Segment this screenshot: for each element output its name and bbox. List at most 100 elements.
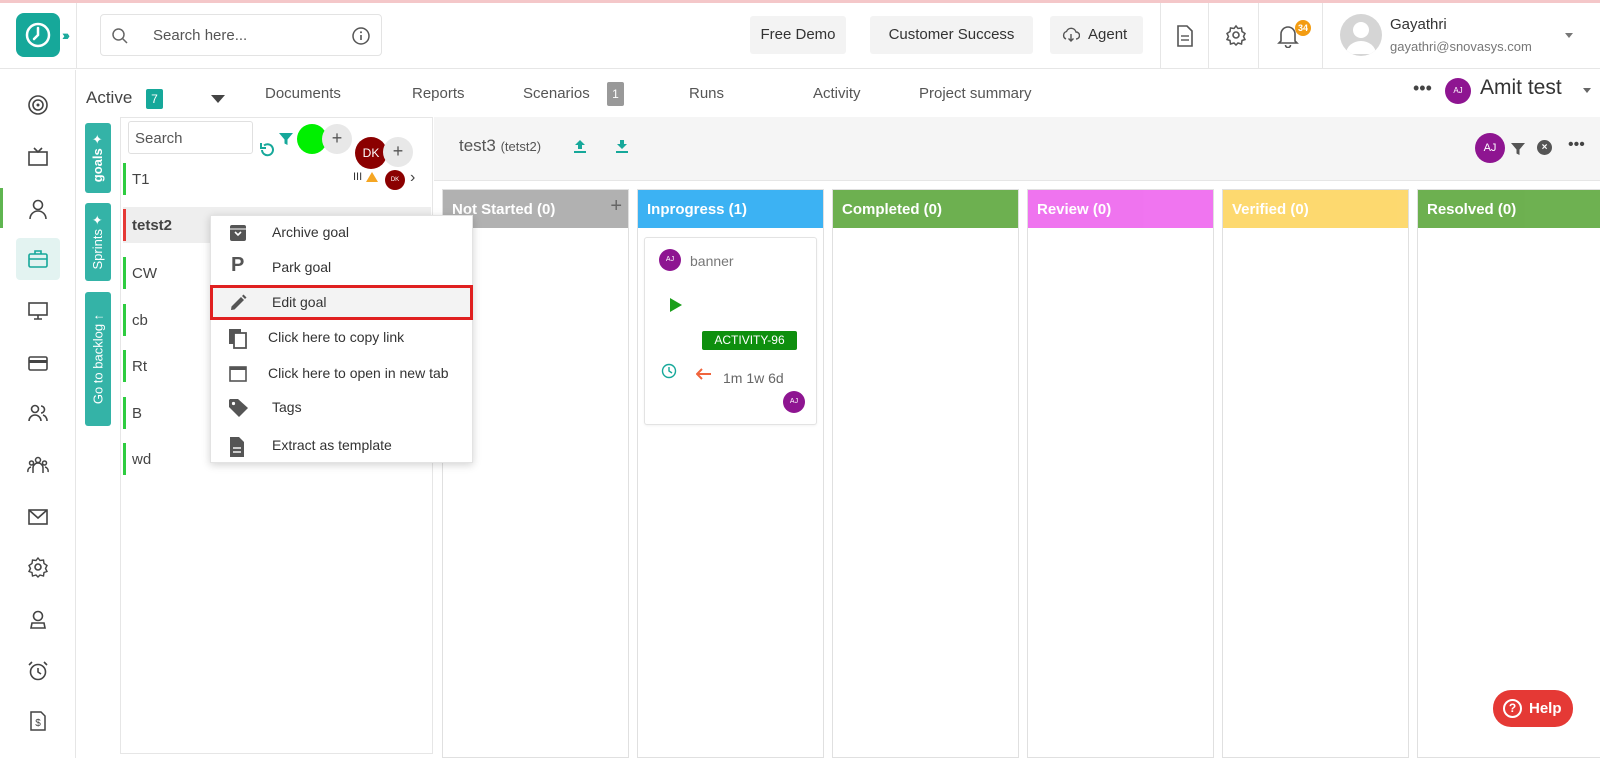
header-divider xyxy=(1258,3,1259,69)
goal-status-bar xyxy=(123,397,126,429)
goal-name: cb xyxy=(132,312,148,329)
goal-status-bar xyxy=(123,350,126,382)
document-icon[interactable] xyxy=(1175,24,1195,48)
add-member-button[interactable]: + xyxy=(322,124,352,154)
tab-project-summary[interactable]: Project summary xyxy=(919,85,1032,102)
filter-icon[interactable] xyxy=(278,131,294,147)
project-avatar: AJ xyxy=(1445,78,1471,104)
nav-profile[interactable] xyxy=(16,598,60,640)
tag-icon xyxy=(229,399,248,417)
cloud-download-icon xyxy=(1062,27,1080,42)
priority-indicator: III xyxy=(353,171,363,183)
help-label: Help xyxy=(1529,700,1562,717)
column-review: Review (0) xyxy=(1027,189,1214,758)
goal-status-bar xyxy=(123,257,126,289)
goal-status-bar xyxy=(123,304,126,336)
vertical-tab-goals[interactable]: goals ✦ xyxy=(85,123,111,193)
project-dropdown-caret-icon[interactable] xyxy=(1583,88,1591,93)
menu-tags[interactable]: Tags xyxy=(210,390,473,425)
tab-scenarios[interactable]: Scenarios xyxy=(523,85,590,102)
customer-success-button[interactable]: Customer Success xyxy=(870,16,1033,54)
notification-badge: 34 xyxy=(1295,20,1311,36)
user-name: Gayathri xyxy=(1390,16,1447,33)
menu-label: Extract as template xyxy=(272,437,392,453)
vertical-tab-sprints[interactable]: Sprints ✦ xyxy=(85,203,111,281)
menu-edit-goal[interactable]: Edit goal xyxy=(210,285,473,320)
tab-runs[interactable]: Runs xyxy=(689,85,724,102)
goal-name: wd xyxy=(132,451,152,468)
header-divider xyxy=(1208,3,1209,69)
nav-alarm[interactable] xyxy=(16,650,60,692)
scenarios-count-badge: 1 xyxy=(607,82,624,106)
project-name[interactable]: Amit test xyxy=(1480,76,1562,100)
nav-user[interactable] xyxy=(16,188,60,230)
nav-billing[interactable] xyxy=(16,342,60,384)
active-count-badge: 7 xyxy=(146,89,163,109)
global-search[interactable]: Search here... xyxy=(100,14,382,56)
settings-gear-icon[interactable] xyxy=(1225,24,1247,46)
nav-mail[interactable] xyxy=(16,496,60,538)
more-options-icon[interactable]: ••• xyxy=(1413,78,1432,99)
board-filter-icon[interactable] xyxy=(1510,141,1526,157)
arrow-left-icon xyxy=(696,368,711,380)
clear-filter-icon[interactable]: × xyxy=(1537,140,1552,155)
board-assignee-avatar[interactable]: AJ xyxy=(1475,133,1505,163)
app-logo[interactable] xyxy=(16,13,60,57)
card-tag[interactable]: ACTIVITY-96 xyxy=(702,331,797,350)
nav-tv[interactable] xyxy=(16,136,60,178)
card-title[interactable]: banner xyxy=(690,253,734,269)
goals-tab-label: goals ✦ xyxy=(90,133,105,183)
goal-search-input[interactable]: Search xyxy=(128,121,253,154)
chevron-right-icon[interactable]: › xyxy=(410,169,415,187)
vertical-tab-backlog[interactable]: Go to backlog ↑ xyxy=(85,292,111,426)
header-divider xyxy=(1322,3,1323,69)
goal-status-bar xyxy=(123,163,126,195)
tv-icon xyxy=(28,147,48,166)
briefcase-icon xyxy=(28,250,48,268)
play-icon[interactable] xyxy=(670,298,682,312)
download-icon[interactable] xyxy=(614,138,630,154)
menu-park-goal[interactable]: P Park goal xyxy=(210,250,473,285)
upload-icon[interactable] xyxy=(572,138,588,154)
search-input[interactable]: Search here... xyxy=(153,27,247,44)
tab-activity[interactable]: Activity xyxy=(813,85,861,102)
menu-open-new-tab[interactable]: Click here to open in new tab xyxy=(210,356,473,391)
info-icon[interactable] xyxy=(351,26,371,46)
nav-team[interactable] xyxy=(16,392,60,434)
menu-extract-template[interactable]: Extract as template xyxy=(210,428,473,463)
help-button[interactable]: ? Help xyxy=(1493,690,1573,727)
board-header xyxy=(434,117,1600,181)
column-header: Resolved (0) xyxy=(1418,190,1600,228)
column-header: Verified (0) xyxy=(1223,190,1408,228)
add-task-icon[interactable]: + xyxy=(610,195,622,218)
nav-dashboard[interactable] xyxy=(16,84,60,126)
svg-text:$: $ xyxy=(35,718,41,729)
board-subtitle: (tetst2) xyxy=(500,139,542,154)
users-icon xyxy=(28,404,48,422)
nav-projects[interactable] xyxy=(16,238,60,280)
menu-copy-link[interactable]: Click here to copy link xyxy=(210,320,473,355)
nav-invoice[interactable]: $ xyxy=(16,700,60,742)
nav-active-indicator xyxy=(0,188,3,228)
nav-monitor[interactable] xyxy=(16,290,60,332)
refresh-icon[interactable] xyxy=(258,141,276,159)
board-more-icon[interactable]: ••• xyxy=(1568,136,1585,154)
header-divider xyxy=(76,3,77,69)
status-filter-label[interactable]: Active xyxy=(86,88,132,108)
dollar-document-icon: $ xyxy=(30,711,46,731)
menu-label: Click here to open in new tab xyxy=(268,365,449,381)
agent-label: Agent xyxy=(1088,26,1128,43)
credit-card-icon xyxy=(28,356,48,371)
tab-documents[interactable]: Documents xyxy=(265,85,341,102)
agent-button[interactable]: Agent xyxy=(1050,16,1143,54)
mail-icon xyxy=(28,509,48,525)
user-menu-caret-icon[interactable] xyxy=(1565,33,1573,38)
expand-sidebar-icon[interactable]: ››› xyxy=(62,27,70,43)
status-dropdown-caret-icon[interactable] xyxy=(211,95,225,103)
user-avatar[interactable] xyxy=(1340,14,1382,56)
menu-archive-goal[interactable]: Archive goal xyxy=(210,215,473,250)
tab-reports[interactable]: Reports xyxy=(412,85,465,102)
nav-settings[interactable] xyxy=(16,546,60,588)
nav-groups[interactable] xyxy=(16,444,60,486)
free-demo-button[interactable]: Free Demo xyxy=(750,16,846,54)
